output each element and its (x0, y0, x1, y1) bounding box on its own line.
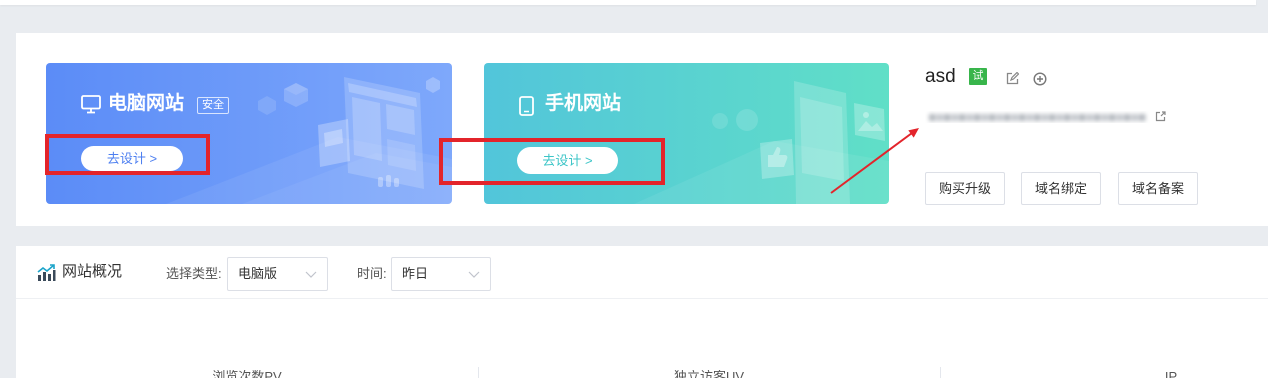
site-panel: 电脑网站 安全 去设计 > 手机网站 去设计 > asd 试 购买升级 域名绑定… (16, 33, 1268, 226)
chevron-down-icon (468, 271, 480, 278)
time-select-value: 昨日 (402, 266, 429, 281)
bind-domain-button[interactable]: 域名绑定 (1021, 172, 1101, 205)
top-bar (0, 0, 1256, 5)
trial-badge: 试 (969, 68, 987, 85)
pc-site-card: 电脑网站 安全 去设计 > (46, 63, 452, 204)
time-select[interactable]: 昨日 (391, 257, 491, 291)
site-name: asd (925, 66, 956, 87)
overview-divider (16, 298, 1268, 299)
edit-icon[interactable] (1006, 72, 1019, 85)
mobile-phone-icon (519, 96, 534, 116)
type-select-value: 电脑版 (238, 266, 278, 281)
pc-site-title: 电脑网站 (108, 93, 185, 114)
mobile-design-button[interactable]: 去设计 > (517, 147, 618, 174)
mobile-illustration (634, 81, 889, 204)
mobile-site-card: 手机网站 去设计 > (484, 63, 889, 204)
stat-label-ip: IP (1164, 370, 1178, 378)
stat-divider (940, 367, 941, 378)
security-badge: 安全 (197, 97, 229, 114)
upgrade-button[interactable]: 购买升级 (925, 172, 1005, 205)
domain-filing-button[interactable]: 域名备案 (1118, 172, 1198, 205)
external-link-icon[interactable] (1155, 111, 1166, 122)
site-url-blurred[interactable] (925, 111, 1150, 123)
type-filter-label: 选择类型: (166, 266, 222, 281)
type-select[interactable]: 电脑版 (227, 257, 328, 291)
overview-title: 网站概况 (62, 263, 123, 280)
chevron-down-icon (305, 271, 317, 278)
time-filter-label: 时间: (357, 266, 387, 281)
desktop-illustration (166, 77, 452, 204)
mobile-site-title: 手机网站 (545, 93, 622, 114)
stat-label-pv: 浏览次数PV (212, 370, 282, 378)
blurred-url-text (929, 114, 1146, 121)
overview-panel: 网站概况 选择类型: 电脑版 时间: 昨日 浏览次数PV 独立访客UV IP (16, 246, 1268, 378)
stat-label-uv: 独立访客UV (673, 370, 745, 378)
trend-chart-icon (37, 264, 56, 281)
monitor-icon (81, 95, 101, 114)
plus-circle-icon[interactable] (1033, 72, 1047, 86)
pc-design-button[interactable]: 去设计 > (81, 146, 183, 171)
